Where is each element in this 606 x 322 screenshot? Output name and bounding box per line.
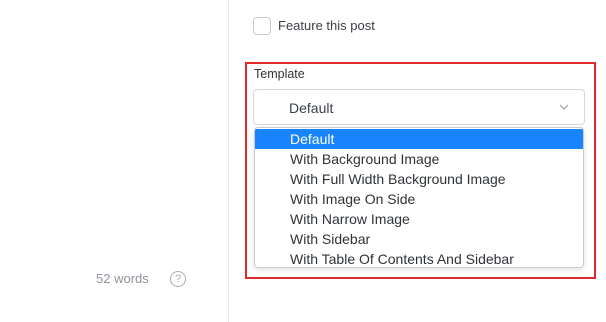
template-option-image-on-side[interactable]: With Image On Side bbox=[255, 189, 583, 209]
template-label: Template bbox=[254, 67, 305, 81]
feature-post-label[interactable]: Feature this post bbox=[278, 18, 375, 33]
template-option-background-image[interactable]: With Background Image bbox=[255, 149, 583, 169]
template-option-sidebar[interactable]: With Sidebar bbox=[255, 229, 583, 249]
template-select[interactable]: Default bbox=[253, 89, 585, 125]
word-count: 52 words bbox=[96, 271, 149, 286]
help-icon[interactable]: ? bbox=[170, 271, 186, 287]
template-option-narrow-image[interactable]: With Narrow Image bbox=[255, 209, 583, 229]
feature-post-checkbox[interactable] bbox=[253, 17, 271, 35]
template-option-default[interactable]: Default bbox=[255, 129, 583, 149]
editor-panel: 52 words ? bbox=[0, 0, 229, 322]
template-option-toc-sidebar[interactable]: With Table Of Contents And Sidebar bbox=[255, 249, 583, 267]
chevron-down-icon bbox=[559, 104, 569, 110]
panel-divider bbox=[228, 0, 229, 322]
template-dropdown: Default With Background Image With Full … bbox=[254, 127, 584, 268]
template-select-value: Default bbox=[289, 100, 334, 116]
template-option-full-width-background-image[interactable]: With Full Width Background Image bbox=[255, 169, 583, 189]
